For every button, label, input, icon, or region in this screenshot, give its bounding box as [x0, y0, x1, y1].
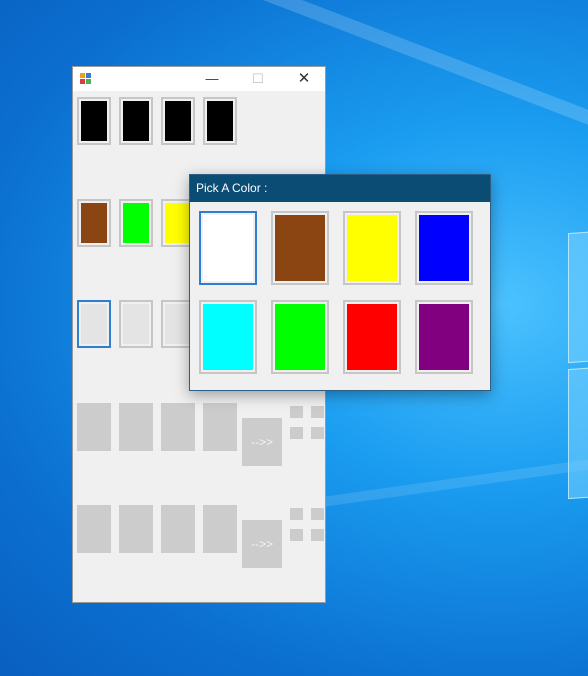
color-fill	[275, 215, 325, 281]
color-fill	[123, 101, 149, 141]
disabled-color-slot	[203, 505, 237, 553]
color-fill	[347, 304, 397, 370]
color-fill	[165, 304, 191, 344]
color-option-red[interactable]	[343, 300, 401, 374]
color-option-brown[interactable]	[271, 211, 329, 285]
color-slot-button[interactable]	[77, 97, 111, 145]
color-option-blue[interactable]	[415, 211, 473, 285]
wallpaper-logo-pane	[568, 230, 588, 364]
color-slot-button[interactable]	[203, 97, 237, 145]
color-slot-button[interactable]	[161, 97, 195, 145]
color-fill	[165, 101, 191, 141]
app-icon	[80, 73, 92, 85]
maximize-button[interactable]: ☐	[235, 67, 281, 91]
color-option-cyan[interactable]	[199, 300, 257, 374]
color-slot-button[interactable]	[119, 199, 153, 247]
disabled-color-slot	[161, 403, 195, 451]
color-fill	[275, 304, 325, 370]
color-fill	[81, 203, 107, 243]
wallpaper-light-beam	[300, 444, 588, 510]
color-picker-dialog: Pick A Color :	[189, 174, 491, 391]
disabled-color-slot	[77, 505, 111, 553]
dialog-title: Pick A Color :	[190, 175, 490, 202]
color-option-white[interactable]	[199, 211, 257, 285]
close-button[interactable]: ✕	[281, 67, 327, 91]
feedback-peg	[290, 406, 303, 418]
disabled-color-slot	[119, 505, 153, 553]
submit-row-button[interactable]: -->>	[242, 418, 282, 466]
color-fill	[123, 304, 149, 344]
color-fill	[81, 101, 107, 141]
wallpaper-logo-pane	[568, 366, 588, 500]
color-slot-button[interactable]	[119, 97, 153, 145]
submit-row-button[interactable]: -->>	[242, 520, 282, 568]
color-fill	[347, 215, 397, 281]
disabled-color-slot	[203, 403, 237, 451]
feedback-peg	[290, 508, 303, 520]
color-slot-button-selected[interactable]	[77, 300, 111, 348]
color-option-yellow[interactable]	[343, 211, 401, 285]
color-fill	[123, 203, 149, 243]
feedback-peg	[311, 529, 324, 541]
color-fill	[419, 215, 469, 281]
feedback-peg	[311, 427, 324, 439]
disabled-color-slot	[77, 403, 111, 451]
color-fill	[419, 304, 469, 370]
color-fill	[203, 215, 253, 281]
color-slot-button[interactable]	[119, 300, 153, 348]
color-fill	[203, 304, 253, 370]
feedback-peg	[311, 406, 324, 418]
minimize-button[interactable]: —	[189, 67, 235, 91]
color-option-green[interactable]	[271, 300, 329, 374]
color-fill	[207, 101, 233, 141]
feedback-peg	[290, 529, 303, 541]
color-option-purple[interactable]	[415, 300, 473, 374]
disabled-color-slot	[119, 403, 153, 451]
feedback-peg	[290, 427, 303, 439]
color-fill	[165, 203, 191, 243]
color-slot-button[interactable]	[77, 199, 111, 247]
form-titlebar[interactable]: — ☐ ✕	[73, 67, 325, 91]
disabled-color-slot	[161, 505, 195, 553]
feedback-peg	[311, 508, 324, 520]
color-fill	[81, 304, 107, 344]
